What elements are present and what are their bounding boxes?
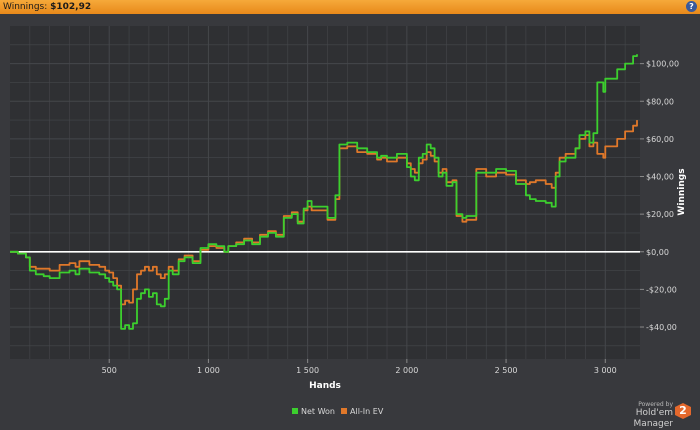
y-tick-label: $20,00 (646, 210, 674, 219)
y-tick-label: $100,00 (646, 60, 679, 69)
x-tick-label: 2 500 (495, 366, 518, 375)
legend-item-net-won[interactable]: Net Won (292, 407, 335, 416)
x-tick-label: 3 000 (594, 366, 617, 375)
x-axis-ticks: 500 1 000 1 500 2 000 2 500 3 000 (102, 359, 617, 375)
y-tick-label: -$20,00 (646, 285, 677, 294)
branding: Powered by Hold'em Manager (605, 401, 673, 430)
legend: Net Won All-In EV (292, 407, 384, 416)
x-tick-label: 2 000 (395, 366, 418, 375)
legend-item-all-in-ev[interactable]: All-In EV (341, 407, 384, 416)
y-tick-label: $40,00 (646, 173, 674, 182)
legend-label-all-in-ev: All-In EV (350, 407, 384, 416)
y-axis-label: Winnings (677, 168, 687, 215)
x-tick-label: 500 (102, 366, 117, 375)
legend-swatch-net-won (292, 408, 298, 414)
product-name: Hold'em Manager (633, 408, 673, 429)
y-tick-label: $80,00 (646, 97, 674, 106)
y-tick-label: $0,00 (646, 248, 669, 257)
y-tick-label: $60,00 (646, 135, 674, 144)
x-axis-label: Hands (309, 381, 341, 391)
y-tick-label: -$40,00 (646, 323, 677, 332)
x-tick-label: 1 000 (197, 366, 220, 375)
x-tick-label: 1 500 (296, 366, 319, 375)
winnings-chart: 500 1 000 1 500 2 000 2 500 3 000 -$40,00 -$20… (10, 26, 687, 416)
legend-label-net-won: Net Won (301, 407, 335, 416)
legend-swatch-all-in-ev (341, 408, 347, 414)
y-axis-ticks: -$40,00 -$20,00 $0,00 $20,00 $40,00 $60,00 $80… (640, 60, 679, 332)
powered-by-text: Powered by (638, 401, 673, 408)
